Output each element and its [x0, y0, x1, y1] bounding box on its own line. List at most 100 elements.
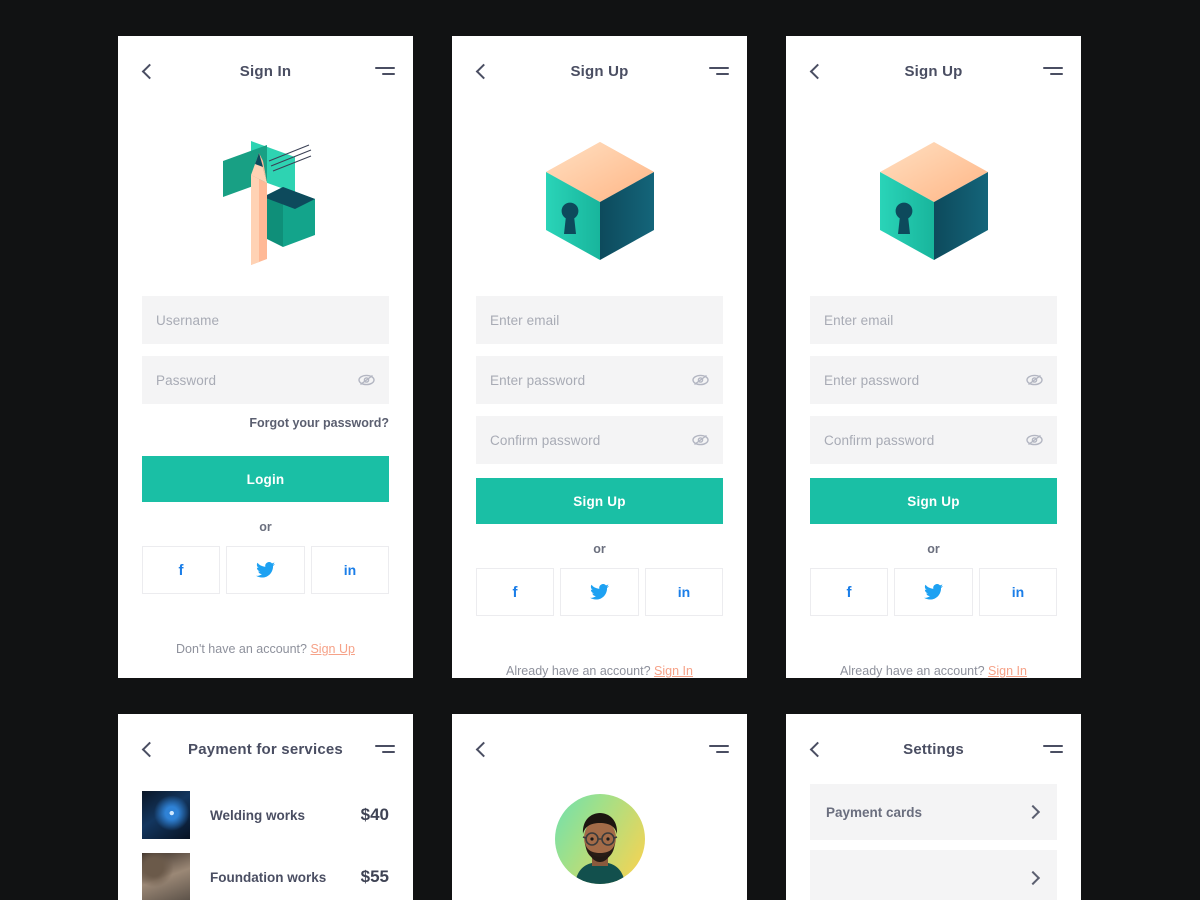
- twitter-login-button[interactable]: [560, 568, 639, 616]
- confirm-password-placeholder: Confirm password: [824, 432, 935, 448]
- linkedin-login-button[interactable]: in: [978, 568, 1057, 616]
- topbar: Payment for services: [118, 714, 413, 784]
- social-login-group: f in: [452, 568, 747, 616]
- social-login-group: f in: [786, 568, 1081, 616]
- linkedin-login-button[interactable]: in: [310, 546, 389, 594]
- forgot-password-link[interactable]: Forgot your password?: [142, 416, 389, 430]
- linkedin-icon: in: [678, 584, 690, 600]
- svg-text:f: f: [513, 584, 519, 601]
- screen-sign-up-a: Sign Up Enter email Enter password Confi…: [452, 36, 747, 678]
- confirm-password-field[interactable]: Confirm password: [810, 416, 1057, 464]
- user-avatar-photo: [574, 813, 625, 884]
- sign-up-button[interactable]: Sign Up: [476, 478, 723, 524]
- topbar: Sign Up: [452, 36, 747, 106]
- facebook-icon: f: [179, 562, 185, 579]
- sign-up-form: Enter email Enter password Confirm passw…: [786, 296, 1081, 464]
- screen-sign-in: Sign In Username Password Forgot your pa…: [118, 36, 413, 678]
- facebook-login-button[interactable]: f: [142, 546, 221, 594]
- facebook-icon: f: [513, 584, 519, 601]
- chevron-left-icon[interactable]: [140, 63, 156, 79]
- password-field[interactable]: Enter password: [810, 356, 1057, 404]
- menu-icon[interactable]: [709, 65, 729, 77]
- page-title: Payment for services: [188, 740, 343, 758]
- menu-icon[interactable]: [1043, 65, 1063, 77]
- settings-row-payment-cards[interactable]: Payment cards: [810, 784, 1057, 840]
- twitter-icon: [923, 584, 943, 600]
- chevron-right-icon: [1027, 806, 1039, 818]
- list-item[interactable]: Welding works $40: [118, 784, 413, 846]
- linkedin-login-button[interactable]: in: [644, 568, 723, 616]
- chevron-left-icon[interactable]: [474, 63, 490, 79]
- signin-footnote: Already have an account? Sign In: [452, 664, 747, 678]
- svg-text:in: in: [344, 562, 356, 578]
- facebook-icon: f: [847, 584, 853, 601]
- linkedin-icon: in: [344, 562, 356, 578]
- linkedin-icon: in: [1012, 584, 1024, 600]
- confirm-password-field[interactable]: Confirm password: [476, 416, 723, 464]
- or-divider-label: or: [593, 542, 606, 556]
- facebook-login-button[interactable]: f: [810, 568, 889, 616]
- welding-photo: [142, 791, 190, 839]
- or-divider-label: or: [927, 542, 940, 556]
- sign-in-form: Username Password Forgot your password?: [118, 296, 413, 430]
- menu-icon[interactable]: [1043, 743, 1063, 755]
- footnote-signup-link[interactable]: Sign Up: [310, 642, 354, 656]
- svg-text:f: f: [179, 562, 185, 579]
- svg-text:in: in: [1012, 584, 1024, 600]
- email-field[interactable]: Enter email: [810, 296, 1057, 344]
- chevron-left-icon[interactable]: [474, 741, 490, 757]
- eye-off-icon[interactable]: [1026, 374, 1043, 386]
- signup-footnote: Don't have an account? Sign Up: [118, 642, 413, 656]
- service-name: Foundation works: [210, 869, 327, 885]
- twitter-icon: [589, 584, 609, 600]
- settings-row-secondary[interactable]: [810, 850, 1057, 900]
- password-placeholder: Enter password: [490, 372, 586, 388]
- page-title: Sign In: [239, 62, 292, 80]
- password-field[interactable]: Password: [142, 356, 389, 404]
- eye-off-icon[interactable]: [358, 374, 375, 386]
- chevron-left-icon[interactable]: [808, 741, 824, 757]
- page-title: Settings: [903, 740, 964, 758]
- eye-off-icon[interactable]: [692, 434, 709, 446]
- screen-profile: [452, 714, 747, 900]
- email-field[interactable]: Enter email: [476, 296, 723, 344]
- menu-icon[interactable]: [375, 65, 395, 77]
- footnote-signin-link[interactable]: Sign In: [654, 664, 693, 678]
- eye-off-icon[interactable]: [692, 374, 709, 386]
- service-name: Welding works: [210, 807, 306, 823]
- chevron-left-icon[interactable]: [140, 741, 156, 757]
- facebook-login-button[interactable]: f: [476, 568, 555, 616]
- svg-text:in: in: [678, 584, 690, 600]
- password-placeholder: Password: [156, 372, 217, 388]
- eye-off-icon[interactable]: [1026, 434, 1043, 446]
- topbar: Sign In: [118, 36, 413, 106]
- signin-footnote: Already have an account? Sign In: [786, 664, 1081, 678]
- page-title: Sign Up: [904, 62, 963, 80]
- svg-text:f: f: [847, 584, 853, 601]
- topbar: Sign Up: [786, 36, 1081, 106]
- sign-up-button[interactable]: Sign Up: [810, 478, 1057, 524]
- screen-sign-up-b: Sign Up Enter email Enter password Confi…: [786, 36, 1081, 678]
- avatar-wrapper: [452, 794, 747, 884]
- email-placeholder: Enter email: [490, 312, 560, 328]
- menu-icon[interactable]: [375, 743, 395, 755]
- password-placeholder: Enter password: [824, 372, 920, 388]
- list-item[interactable]: Foundation works $55: [118, 846, 413, 900]
- twitter-login-button[interactable]: [894, 568, 973, 616]
- foundation-photo: [142, 853, 190, 900]
- login-button[interactable]: Login: [142, 456, 389, 502]
- username-field[interactable]: Username: [142, 296, 389, 344]
- page-title: Sign Up: [570, 62, 629, 80]
- settings-row-label: Payment cards: [826, 804, 923, 820]
- chevron-left-icon[interactable]: [808, 63, 824, 79]
- confirm-password-placeholder: Confirm password: [490, 432, 601, 448]
- chevron-right-icon: [1027, 872, 1039, 884]
- footnote-signin-link[interactable]: Sign In: [988, 664, 1027, 678]
- twitter-login-button[interactable]: [226, 546, 305, 594]
- avatar[interactable]: [554, 794, 645, 884]
- pencil-papers-box-illustration: [118, 106, 413, 296]
- menu-icon[interactable]: [709, 743, 729, 755]
- or-divider-label: or: [259, 520, 272, 534]
- password-field[interactable]: Enter password: [476, 356, 723, 404]
- username-placeholder: Username: [156, 312, 220, 328]
